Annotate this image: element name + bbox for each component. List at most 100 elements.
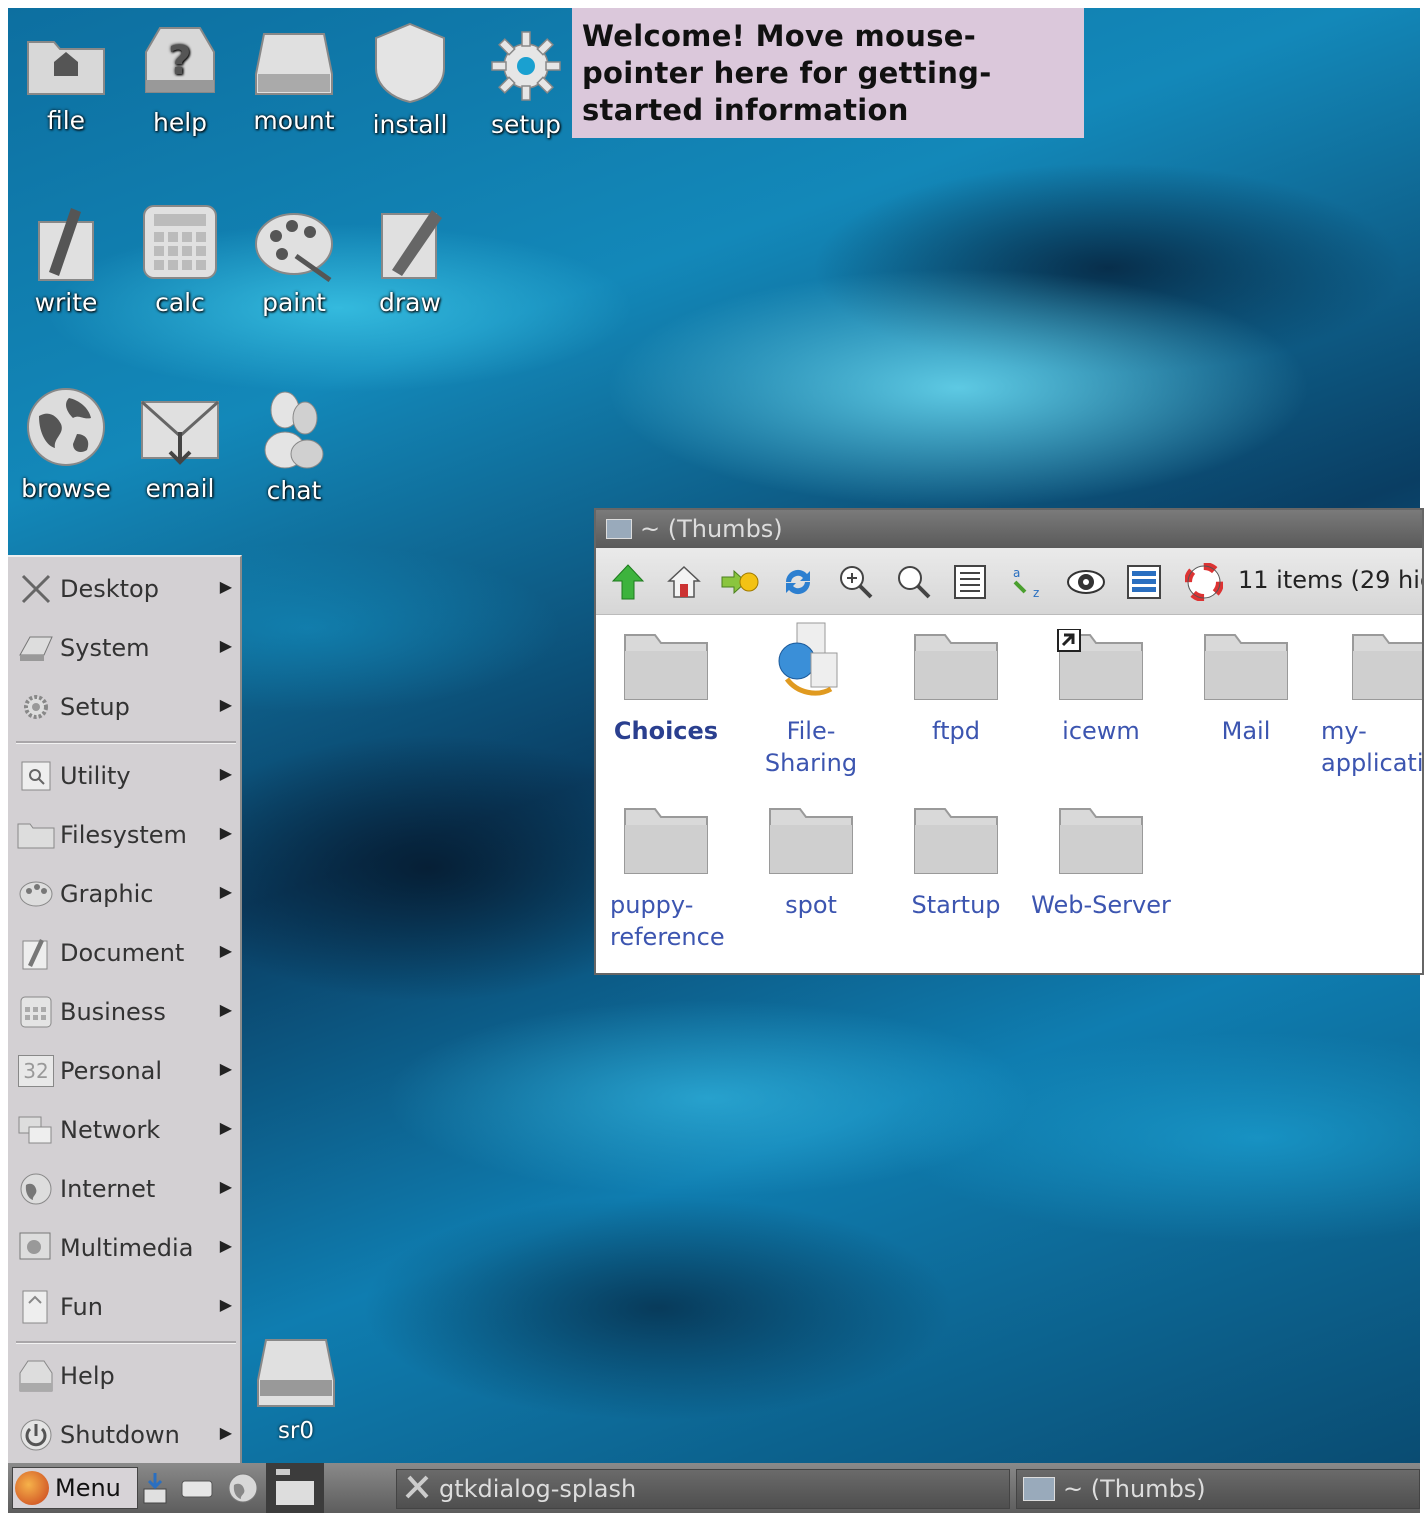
desktop-icon-file[interactable]: file (10, 28, 122, 135)
file-manager-toolbar: az 11 items (29 hid (596, 548, 1422, 615)
menu-item-setup[interactable]: Setup ▶ (16, 681, 236, 733)
file-item-choices[interactable]: Choices (596, 629, 736, 747)
eye-icon[interactable] (1066, 562, 1106, 602)
desktop-icon-browse[interactable]: browse (10, 386, 122, 503)
write-icon (38, 208, 94, 281)
window-app-icon (606, 519, 632, 539)
menu-item-label: Utility (60, 762, 131, 790)
system-icon (16, 628, 56, 668)
menu-item-shutdown[interactable]: Shutdown ▶ (16, 1409, 236, 1461)
pen-icon (381, 210, 442, 279)
desktop-icon-email[interactable]: email (124, 392, 236, 503)
sort-icon[interactable]: az (1008, 562, 1048, 602)
details-view-icon[interactable] (1124, 562, 1164, 602)
submenu-arrow-icon: ▶ (219, 695, 232, 714)
file-item-label: Startup (911, 891, 1001, 919)
refresh-icon[interactable] (778, 562, 818, 602)
file-item-ftpd[interactable]: ftpd (886, 629, 1026, 747)
menu-item-label: Help (60, 1362, 115, 1390)
file-item-label: File-Sharing (764, 717, 858, 777)
desktop-icon-paint[interactable]: paint (238, 202, 350, 317)
item-count-status: 11 items (29 hid (1238, 566, 1424, 594)
desktop-icon-setup[interactable]: setup (470, 28, 582, 139)
desktop-icon-mount[interactable]: mount (238, 28, 350, 135)
window-titlebar[interactable]: ~ (Thumbs) (596, 510, 1422, 548)
submenu-arrow-icon: ▶ (219, 577, 232, 596)
menu-item-label: Multimedia (60, 1234, 194, 1262)
quicklaunch-globe-icon[interactable] (226, 1471, 260, 1505)
desktop-icon-draw[interactable]: draw (354, 200, 466, 317)
globe-icon (27, 388, 105, 466)
menu-item-multimedia[interactable]: Multimedia ▶ (16, 1222, 236, 1274)
submenu-arrow-icon: ▶ (219, 941, 232, 960)
menu-item-label: Graphic (60, 880, 154, 908)
file-item-mail[interactable]: Mail (1176, 629, 1316, 747)
folder-icon (914, 808, 998, 874)
home-icon[interactable] (664, 562, 704, 602)
list-view-icon[interactable] (950, 562, 990, 602)
menu-item-label: Business (60, 998, 166, 1026)
file-item-label: spot (785, 891, 837, 919)
calendar-day-text: 32 (18, 1055, 54, 1087)
menu-item-utility[interactable]: Utility ▶ (16, 750, 236, 802)
menu-item-label: Setup (60, 693, 130, 721)
submenu-arrow-icon: ▶ (219, 1177, 232, 1196)
submenu-arrow-icon: ▶ (219, 823, 232, 842)
help-box-icon: ? (145, 27, 215, 93)
file-item-web-server[interactable]: Web-Server (1031, 803, 1171, 921)
file-item-label: Web-Server (1031, 891, 1171, 919)
palette-icon (255, 213, 333, 282)
menu-item-desktop[interactable]: Desktop ▶ (16, 563, 236, 615)
desktop-icon-help[interactable]: ? help (124, 22, 236, 137)
task-label: ~ (Thumbs) (1063, 1475, 1206, 1503)
menu-separator (16, 741, 236, 744)
menu-item-business[interactable]: Business ▶ (16, 986, 236, 1038)
menu-item-document[interactable]: Document ▶ (16, 927, 236, 979)
task-thumbs[interactable]: ~ (Thumbs) (1016, 1469, 1420, 1509)
desktop-icon-sr0[interactable]: sr0 (254, 1336, 338, 1444)
file-item-my-applications[interactable]: my- applicati (1321, 629, 1422, 779)
file-item-label: Choices (613, 717, 719, 745)
taskbar: Menu gtkdialog-splash ~ (Thumbs) (8, 1463, 1420, 1513)
folder-icon (624, 634, 708, 700)
bookmarks-icon[interactable] (720, 562, 760, 602)
task-gtkdialog-splash[interactable]: gtkdialog-splash (396, 1469, 1010, 1509)
globe-icon (16, 1169, 56, 1209)
zoom-fit-icon[interactable] (894, 562, 934, 602)
lifebuoy-help-icon[interactable] (1184, 562, 1224, 602)
file-item-spot[interactable]: spot (741, 803, 881, 921)
menu-item-help[interactable]: Help (16, 1350, 236, 1402)
file-item-startup[interactable]: Startup (886, 803, 1026, 921)
menu-item-filesystem[interactable]: Filesystem ▶ (16, 809, 236, 861)
menu-item-internet[interactable]: Internet ▶ (16, 1163, 236, 1215)
quicklaunch-disk-icon[interactable] (266, 1463, 324, 1513)
chat-people-icon (264, 391, 324, 469)
menu-item-network[interactable]: Network ▶ (16, 1104, 236, 1156)
utility-icon (16, 756, 56, 796)
desktop-icon-install[interactable]: install (354, 22, 466, 139)
file-item-file-sharing[interactable]: File-Sharing (741, 621, 881, 779)
quicklaunch-install-icon[interactable] (140, 1471, 170, 1505)
file-item-label: Mail (1221, 717, 1271, 745)
start-menu-button[interactable]: Menu (12, 1467, 138, 1509)
tools-icon (403, 1471, 433, 1507)
menu-item-system[interactable]: System ▶ (16, 622, 236, 674)
desktop-icon-calc[interactable]: calc (124, 202, 236, 317)
submenu-arrow-icon: ▶ (219, 1118, 232, 1137)
file-item-puppy-reference[interactable]: puppy- reference (596, 803, 736, 953)
desktop-icon-write[interactable]: write (10, 202, 122, 317)
file-item-icewm[interactable]: icewm (1031, 629, 1171, 747)
quicklaunch-drive-icon[interactable] (180, 1477, 214, 1501)
desktop-icon-chat[interactable]: chat (238, 388, 350, 505)
menu-item-personal[interactable]: 32 Personal ▶ (16, 1045, 236, 1097)
optical-drive-icon (257, 1339, 335, 1407)
menu-separator (16, 1341, 236, 1344)
menu-item-label: Desktop (60, 575, 159, 603)
menu-item-fun[interactable]: Fun ▶ (16, 1281, 236, 1333)
up-arrow-icon[interactable] (608, 562, 648, 602)
menu-item-graphic[interactable]: Graphic ▶ (16, 868, 236, 920)
welcome-message[interactable]: Welcome! Move mouse-pointer here for get… (572, 8, 1084, 138)
zoom-in-icon[interactable] (836, 562, 876, 602)
menu-item-label: Fun (60, 1293, 103, 1321)
submenu-arrow-icon: ▶ (219, 1000, 232, 1019)
